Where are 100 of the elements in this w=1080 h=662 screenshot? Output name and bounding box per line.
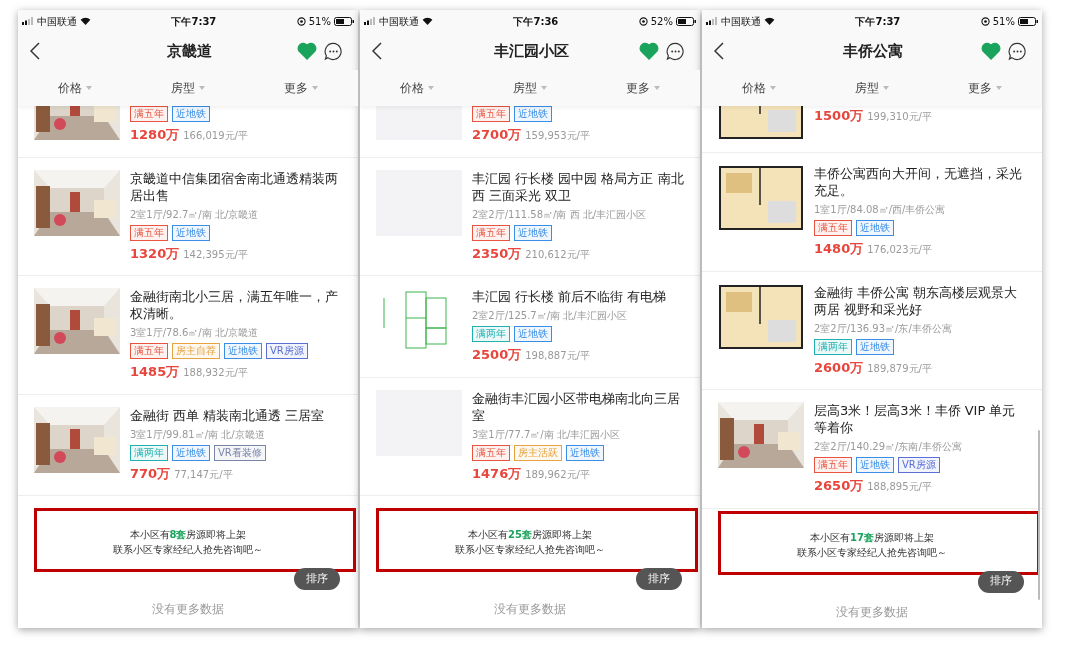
unit-price: 188,895元/平 [867, 480, 932, 494]
tag: VR房源 [266, 343, 308, 359]
tag: VR看装修 [214, 444, 266, 461]
promo-text: 本小区有25套房源即将上架 [468, 528, 592, 542]
sort-button[interactable]: 排序 [294, 568, 340, 590]
unit-price: 159,953元/平 [525, 129, 590, 143]
unit-price: 189,962元/平 [525, 467, 590, 482]
promo-text: 联系小区专家经纪人抢先咨询吧～ [797, 545, 947, 560]
filter-dropdown[interactable]: 更多 [928, 79, 1042, 97]
caret-icon [427, 86, 434, 90]
battery-percent: 52% [650, 14, 673, 29]
signal-icon [22, 17, 34, 25]
promo-text: 联系小区专家经纪人抢先咨询吧～ [455, 543, 605, 557]
battery-percent: 51% [992, 14, 1015, 29]
listing-title[interactable]: 丰汇园 行长楼 前后不临街 有电梯 [472, 288, 684, 305]
battery-icon [1018, 16, 1038, 26]
tag: 满五年 [472, 224, 510, 241]
unit-price: 198,887元/平 [525, 349, 590, 363]
listing-specs: 2室2厅/136.93㎡/东/丰侨公寓 [814, 321, 953, 336]
listing-title[interactable]: 层高3米！层高3米！丰侨 VIP 单元等着你 [814, 402, 1026, 436]
filter-dropdown[interactable]: 价格 [702, 79, 816, 97]
price: 1485万 [130, 363, 180, 381]
listing-specs: 2室2厅/125.7㎡/南 北/丰汇园小区 [472, 309, 628, 323]
listing-title[interactable]: 京畿道中信集团宿舍南北通透精装两居出售 [130, 169, 342, 204]
listing-title[interactable]: 丰侨公寓西向大开间，无遮挡，采光充足。 [814, 165, 1026, 199]
sort-button[interactable]: 排序 [978, 570, 1024, 593]
filter-dropdown[interactable]: 更多 [244, 79, 358, 97]
tag: 满五年 [814, 457, 852, 473]
unit-price: 189,879元/平 [867, 361, 932, 376]
status-time: 下午7:37 [855, 14, 901, 29]
tag: 满五年 [472, 444, 510, 461]
listing-title[interactable]: 金融街丰汇园小区带电梯南北向三居室 [472, 389, 684, 424]
tag: 近地铁 [172, 106, 210, 122]
tag: 满五年 [472, 106, 510, 122]
unit-price: 166,019元/平 [183, 129, 248, 143]
price: 1320万 [130, 244, 180, 263]
page-title: 京畿道 [165, 40, 213, 62]
price: 770万 [130, 464, 171, 483]
tag: 近地铁 [514, 224, 552, 241]
back-icon [30, 42, 40, 60]
rotation-lock-icon [980, 16, 990, 26]
caret-icon [199, 86, 205, 90]
battery-icon [334, 16, 354, 26]
filter-dropdown[interactable]: 价格 [360, 79, 474, 97]
listing-specs: 3室1厅/77.7㎡/南 北/丰汇园小区 [472, 427, 622, 442]
wifi-icon [764, 17, 775, 25]
unit-price: 199,310元/平 [867, 110, 932, 124]
tag: 近地铁 [224, 343, 262, 359]
rotation-lock-icon [638, 16, 648, 26]
tag: 近地铁 [856, 457, 894, 473]
carrier-name: 中国联通 [721, 14, 761, 29]
caret-icon [883, 86, 889, 90]
filter-dropdown[interactable]: 价格 [18, 79, 132, 97]
filter-dropdown[interactable]: 房型 [815, 79, 929, 97]
tag: 满两年 [130, 444, 168, 461]
price: 1480万 [814, 240, 864, 258]
chat-bubble-icon [665, 41, 685, 61]
back-icon [714, 42, 724, 60]
listing-title[interactable]: 金融街南北小三居，满五年唯一，产权清晰。 [130, 288, 342, 322]
tag: 满五年 [130, 224, 168, 241]
wifi-icon [80, 17, 91, 25]
listing-title[interactable]: 丰汇园 行长楼 园中园 格局方正 南北西 三面采光 双卫 [472, 169, 684, 204]
sort-button[interactable]: 排序 [636, 568, 682, 590]
filter-dropdown[interactable]: 房型 [131, 79, 245, 97]
price: 2350万 [472, 244, 522, 263]
carrier-name: 中国联通 [37, 14, 77, 29]
unit-price: 210,612元/平 [525, 247, 590, 262]
tag: 满五年 [130, 343, 168, 359]
tag: 满两年 [472, 326, 510, 342]
listing-specs: 1室1厅/84.08㎡/西/丰侨公寓 [814, 203, 947, 217]
heart-icon [981, 42, 1001, 60]
promo-text: 本小区有8套房源即将上架 [129, 528, 247, 542]
tag: 近地铁 [172, 444, 210, 461]
tag: 满五年 [814, 220, 852, 236]
carrier-name: 中国联通 [379, 14, 419, 29]
tag: 房主自荐 [172, 343, 220, 359]
promo-text: 本小区有17套房源即将上架 [810, 530, 934, 545]
listing-title[interactable]: 金融街 丰侨公寓 朝东高楼层观景大两居 视野和采光好 [814, 283, 1026, 318]
page-title: 丰侨公寓 [842, 40, 904, 62]
price: 2500万 [472, 346, 522, 364]
filter-dropdown[interactable]: 房型 [473, 79, 587, 97]
status-time: 下午7:37 [171, 14, 217, 29]
heart-icon [639, 42, 659, 60]
heart-icon [297, 42, 317, 60]
signal-icon [706, 17, 718, 25]
listing-title[interactable]: 金融街 西单 精装南北通透 三居室 [130, 406, 342, 424]
filter-dropdown[interactable]: 更多 [586, 79, 700, 97]
wifi-icon [422, 17, 433, 25]
signal-icon [364, 17, 376, 25]
price: 2700万 [472, 126, 522, 144]
tag: 近地铁 [514, 326, 552, 342]
price: 1280万 [130, 126, 180, 144]
listing-specs: 2室2厅/111.58㎡/南 西 北/丰汇园小区 [472, 207, 648, 222]
tag: 近地铁 [514, 106, 552, 122]
tag: 满五年 [130, 106, 168, 122]
status-time: 下午7:36 [513, 14, 559, 29]
battery-percent: 51% [308, 14, 331, 29]
tag: 近地铁 [566, 444, 604, 461]
tag: 房主活跃 [514, 444, 562, 461]
tag: 近地铁 [172, 224, 210, 241]
